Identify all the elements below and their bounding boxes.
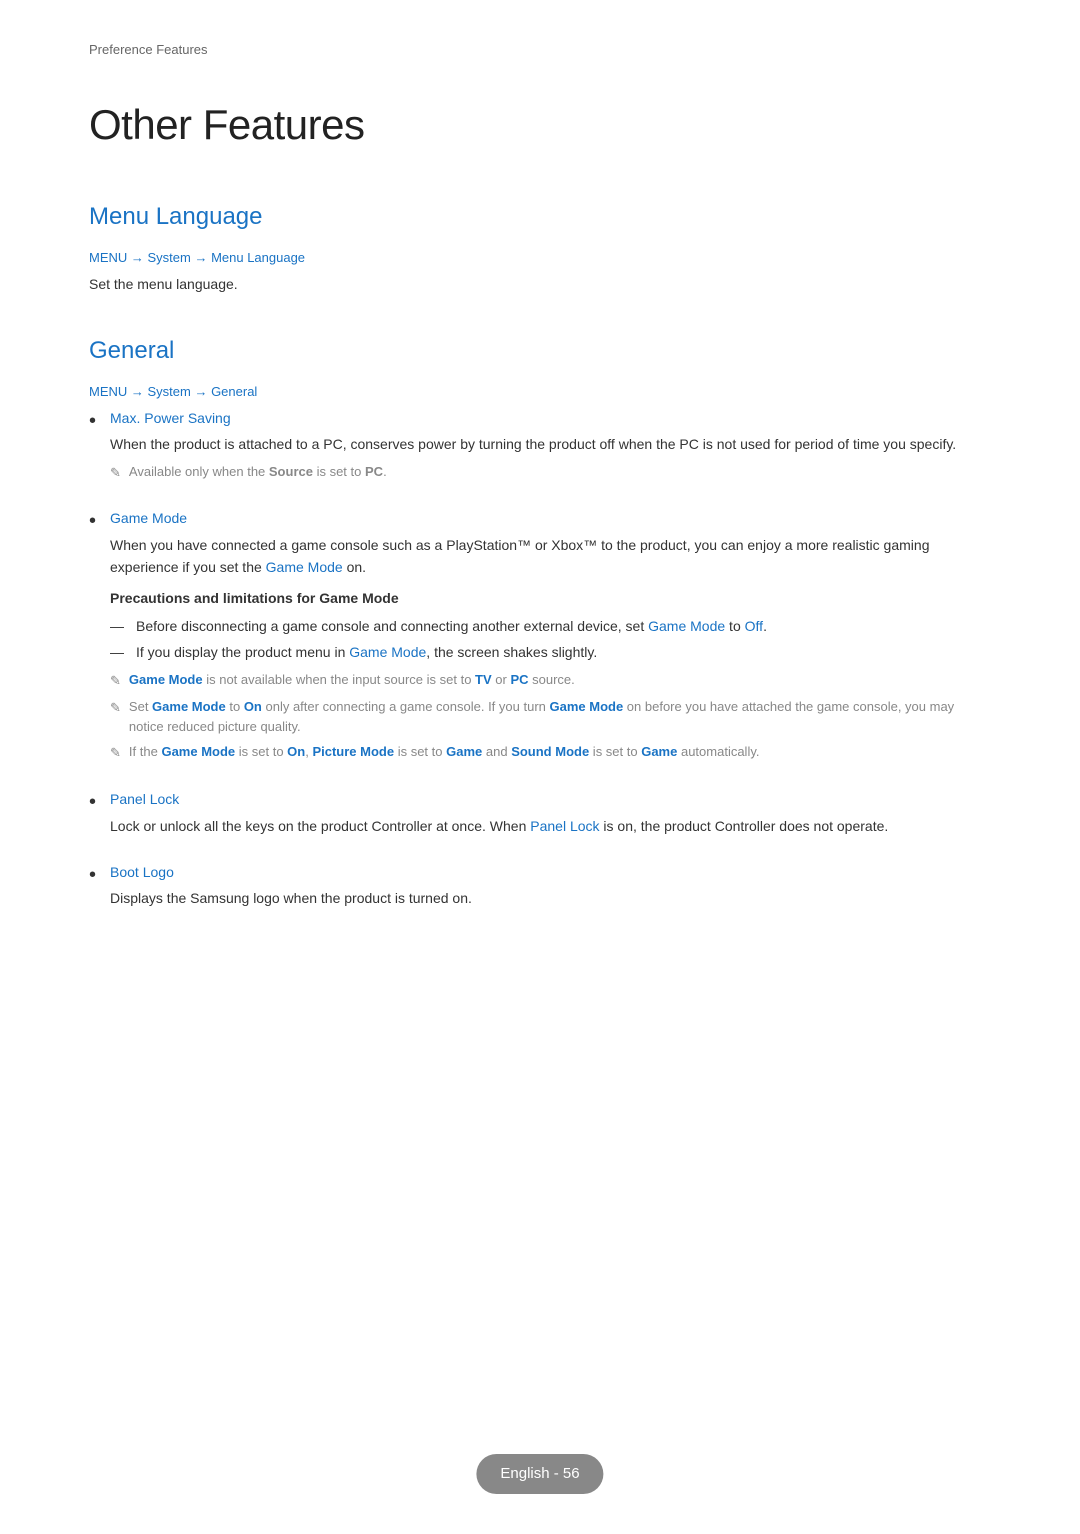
- note-game-mode-tv-pc: ✎ Game Mode is not available when the in…: [110, 670, 991, 692]
- bullet-content-boot-logo: Boot Logo Displays the Samsung logo when…: [110, 861, 991, 916]
- page-container: Preference Features Other Features Menu …: [0, 0, 1080, 1032]
- bullet-content-game-mode: Game Mode When you have connected a game…: [110, 507, 991, 770]
- bullet-panel-lock: • Panel Lock Lock or unlock all the keys…: [89, 788, 991, 843]
- dash-symbol-1: —: [110, 615, 124, 637]
- bullet-title-max-power-saving: Max. Power Saving: [110, 407, 991, 429]
- bullet-max-power-saving: • Max. Power Saving When the product is …: [89, 407, 991, 490]
- bullet-content-panel-lock: Panel Lock Lock or unlock all the keys o…: [110, 788, 991, 843]
- precautions-title: Precautions and limitations for Game Mod…: [110, 587, 991, 609]
- off-link: Off: [745, 618, 763, 634]
- pencil-icon-4: ✎: [110, 743, 121, 764]
- pencil-icon-2: ✎: [110, 671, 121, 692]
- section-menu-language: Menu Language MENU → System → Menu Langu…: [89, 198, 991, 296]
- note-text-game-mode-tv-pc: Game Mode is not available when the inpu…: [129, 670, 575, 690]
- source-bold: Source: [269, 464, 313, 479]
- game-mode-bold-1: Game Mode: [129, 672, 203, 687]
- page-title: Other Features: [89, 91, 991, 158]
- game-mode-link-2: Game Mode: [648, 618, 725, 634]
- note-text-source-pc: Available only when the Source is set to…: [129, 462, 387, 482]
- game-mode-bold-4: Game Mode: [161, 744, 235, 759]
- on-bold-1: On: [244, 699, 262, 714]
- bullet-title-game-mode: Game Mode: [110, 507, 991, 529]
- bullet-dot-3: •: [89, 786, 96, 818]
- game-mode-link-3: Game Mode: [349, 644, 426, 660]
- pc-bold: PC: [365, 464, 383, 479]
- menu-language-description: Set the menu language.: [89, 273, 991, 295]
- dash-item-2: — If you display the product menu in Gam…: [110, 641, 991, 663]
- breadcrumb: Preference Features: [89, 40, 991, 61]
- bullet-dot-4: •: [89, 859, 96, 891]
- game-bold-2: Game: [641, 744, 677, 759]
- bullet-title-boot-logo: Boot Logo: [110, 861, 991, 883]
- tv-bold: TV: [475, 672, 492, 687]
- panel-lock-link: Panel Lock: [530, 818, 599, 834]
- bullet-desc-max-power-saving: When the product is attached to a PC, co…: [110, 433, 991, 455]
- note-text-game-mode-picture-sound: If the Game Mode is set to On, Picture M…: [129, 742, 760, 762]
- section-title-menu-language: Menu Language: [89, 198, 991, 236]
- general-bullet-list: • Max. Power Saving When the product is …: [89, 407, 991, 916]
- note-text-game-mode-on-quality: Set Game Mode to On only after connectin…: [129, 697, 991, 736]
- note-source-pc: ✎ Available only when the Source is set …: [110, 462, 991, 484]
- dash-list: — Before disconnecting a game console an…: [110, 615, 991, 664]
- section-general: General MENU → System → General • Max. P…: [89, 332, 991, 916]
- section-title-general: General: [89, 332, 991, 370]
- pc-bold-2: PC: [510, 672, 528, 687]
- sound-mode-bold: Sound Mode: [511, 744, 589, 759]
- dash-text-1: Before disconnecting a game console and …: [136, 615, 767, 637]
- bullet-title-panel-lock: Panel Lock: [110, 788, 991, 810]
- menu-path-general: MENU → System → General: [89, 382, 991, 403]
- menu-path-menu-language: MENU → System → Menu Language: [89, 248, 991, 269]
- on-bold-2: On: [287, 744, 305, 759]
- dash-text-2: If you display the product menu in Game …: [136, 641, 597, 663]
- bullet-boot-logo: • Boot Logo Displays the Samsung logo wh…: [89, 861, 991, 916]
- game-mode-link-1: Game Mode: [266, 559, 343, 575]
- game-bold-1: Game: [446, 744, 482, 759]
- bullet-desc-panel-lock: Lock or unlock all the keys on the produ…: [110, 815, 991, 837]
- dash-item-1: — Before disconnecting a game console an…: [110, 615, 991, 637]
- game-mode-bold-2: Game Mode: [152, 699, 226, 714]
- game-mode-bold-3: Game Mode: [550, 699, 624, 714]
- pencil-icon: ✎: [110, 463, 121, 484]
- bullet-desc-boot-logo: Displays the Samsung logo when the produ…: [110, 887, 991, 909]
- bullet-dot-2: •: [89, 505, 96, 537]
- bullet-game-mode: • Game Mode When you have connected a ga…: [89, 507, 991, 770]
- note-game-mode-picture-sound: ✎ If the Game Mode is set to On, Picture…: [110, 742, 991, 764]
- picture-mode-bold: Picture Mode: [312, 744, 394, 759]
- footer-badge: English - 56: [476, 1454, 603, 1494]
- bullet-content-max-power-saving: Max. Power Saving When the product is at…: [110, 407, 991, 490]
- pencil-icon-3: ✎: [110, 698, 121, 719]
- bullet-dot: •: [89, 405, 96, 437]
- dash-symbol-2: —: [110, 641, 124, 663]
- note-game-mode-on-quality: ✎ Set Game Mode to On only after connect…: [110, 697, 991, 736]
- bullet-desc-game-mode: When you have connected a game console s…: [110, 534, 991, 579]
